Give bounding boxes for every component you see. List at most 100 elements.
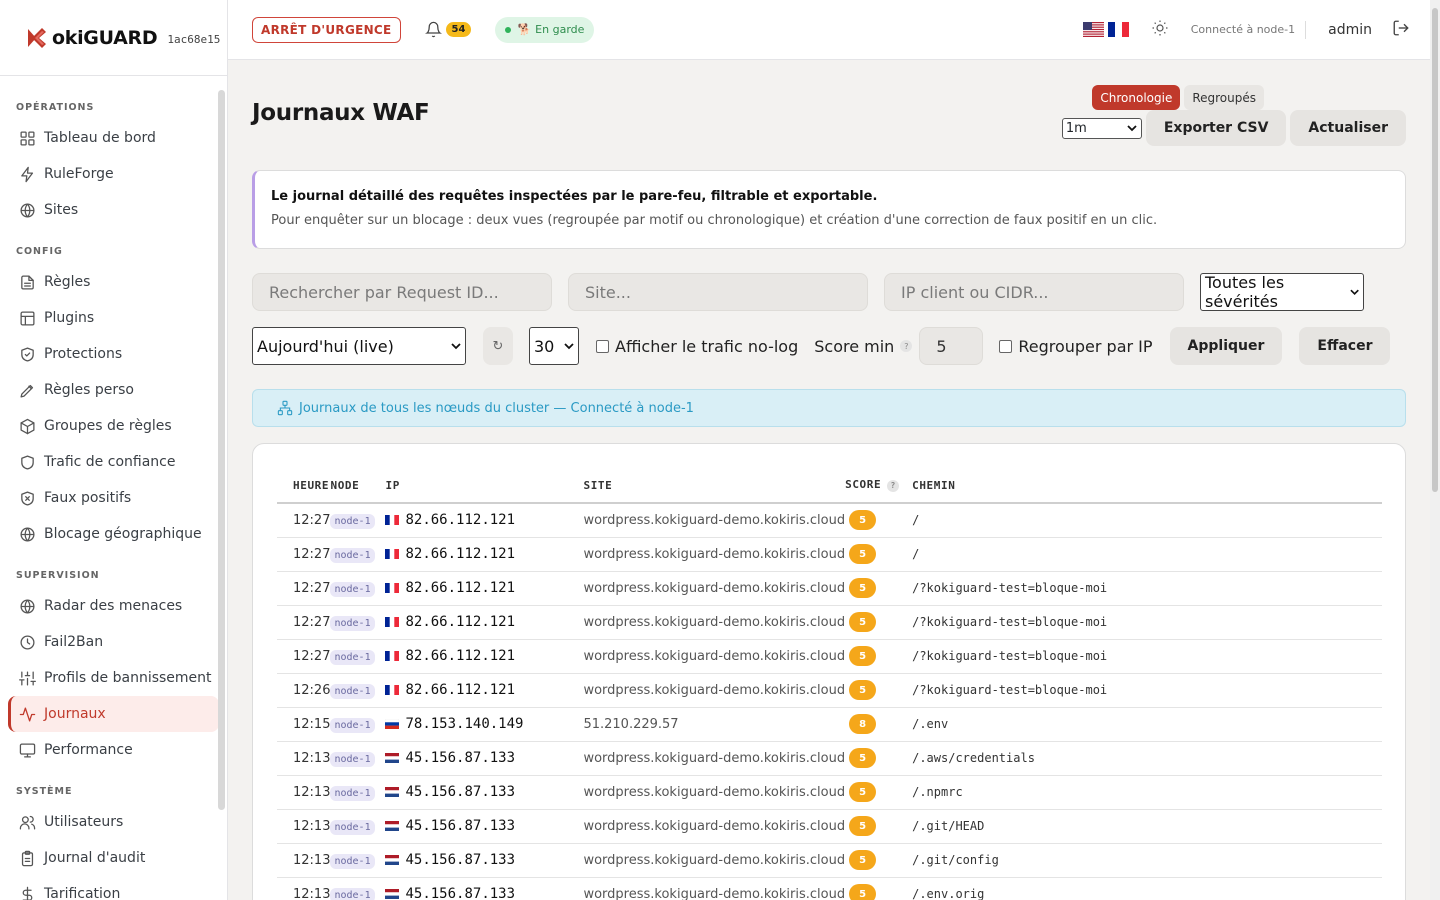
severity-select[interactable]: Toutes les sévérités <box>1200 273 1364 311</box>
flag-us-icon[interactable] <box>1082 22 1104 37</box>
tab-chronology[interactable]: Chronologie <box>1092 85 1181 110</box>
user-menu[interactable]: admin <box>1328 22 1372 38</box>
cell-ip[interactable]: 82.66.112.121 <box>385 673 584 708</box>
table-row[interactable]: 12:27 node-1 82.66.112.121 wordpress.kok… <box>277 537 1382 572</box>
table-row[interactable]: 12:27 node-1 82.66.112.121 wordpress.kok… <box>277 503 1382 538</box>
request-id-search-input[interactable]: Rechercher par Request ID... <box>252 273 552 311</box>
reload-icon[interactable]: ↻ <box>483 327 513 365</box>
sidebar-item-groupes-de-regles[interactable]: Groupes de règles <box>8 408 219 444</box>
sidebar-item-tableau-de-bord[interactable]: Tableau de bord <box>8 120 219 156</box>
export-csv-button[interactable]: Exporter CSV <box>1145 110 1287 146</box>
group-ip-checkbox[interactable] <box>999 339 1013 353</box>
sidebar-item-tarification[interactable]: Tarification <box>8 876 219 900</box>
table-row[interactable]: 12:27 node-1 82.66.112.121 wordpress.kok… <box>277 571 1382 606</box>
sidebar-item-blocage-geographique[interactable]: Blocage géographique <box>8 516 219 552</box>
limit-select[interactable]: 30 <box>529 327 579 365</box>
table-row[interactable]: 12:13 node-1 45.156.87.133 wordpress.kok… <box>277 877 1382 900</box>
col-path[interactable]: CHEMIN <box>912 468 1382 504</box>
sidebar-item-journal-d-audit[interactable]: Journal d'audit <box>8 840 219 876</box>
table-row[interactable]: 12:13 node-1 45.156.87.133 wordpress.kok… <box>277 809 1382 844</box>
cell-ip[interactable]: 45.156.87.133 <box>385 877 584 900</box>
table-row[interactable]: 12:13 node-1 45.156.87.133 wordpress.kok… <box>277 741 1382 776</box>
table-row[interactable]: 12:13 node-1 45.156.87.133 wordpress.kok… <box>277 775 1382 810</box>
cell-score: 5 <box>845 775 913 810</box>
group-ip-toggle[interactable]: Regrouper par IP <box>999 337 1153 356</box>
apply-button[interactable]: Appliquer <box>1169 327 1283 365</box>
cell-ip[interactable]: 45.156.87.133 <box>385 843 584 878</box>
score-min-input[interactable]: 5 <box>919 327 984 365</box>
sidebar-item-sites[interactable]: Sites <box>8 192 219 228</box>
sidebar-item-fail2ban[interactable]: Fail2Ban <box>8 624 219 660</box>
cell-score: 5 <box>845 877 913 900</box>
sidebar-item-protections[interactable]: Protections <box>8 336 219 372</box>
page-scrollbar[interactable] <box>1430 0 1440 900</box>
tab-grouped[interactable]: Regroupés <box>1184 85 1264 110</box>
sidebar-item-label: Performance <box>44 742 133 758</box>
clear-button[interactable]: Effacer <box>1299 327 1391 365</box>
cell-time: 12:13 <box>277 809 331 844</box>
sidebar-item-regles-perso[interactable]: Règles perso <box>8 372 219 408</box>
table-header-row: HEURE NODE IP SITE SCORE? CHEMIN <box>277 468 1382 504</box>
table-row[interactable]: 12:13 node-1 45.156.87.133 wordpress.kok… <box>277 843 1382 878</box>
cell-ip[interactable]: 82.66.112.121 <box>385 605 584 640</box>
nolog-checkbox[interactable] <box>596 339 609 353</box>
col-score[interactable]: SCORE? <box>845 468 913 504</box>
help-icon[interactable]: ? <box>887 479 900 492</box>
site-filter-input[interactable]: Site... <box>568 273 868 311</box>
sidebar-item-performance[interactable]: Performance <box>8 732 219 768</box>
col-node[interactable]: NODE <box>330 468 386 504</box>
cell-node: node-1 <box>330 741 386 776</box>
sidebar-item-trafic-de-confiance[interactable]: Trafic de confiance <box>8 444 219 480</box>
node-badge: node-1 <box>330 513 375 529</box>
sidebar-item-profils-de-bannissement[interactable]: Profils de bannissement <box>8 660 219 696</box>
col-time[interactable]: HEURE <box>277 468 331 504</box>
ip-address: 82.66.112.121 <box>405 614 516 630</box>
logout-icon <box>1393 20 1409 35</box>
sidebar-item-regles[interactable]: Règles <box>8 264 219 300</box>
cell-ip[interactable]: 78.153.140.149 <box>385 707 584 742</box>
sidebar-scrollbar[interactable] <box>218 90 225 810</box>
emergency-stop-button[interactable]: ARRÊT D'URGENCE <box>252 16 401 43</box>
cell-path: /.env.orig <box>912 877 1382 900</box>
node-badge: node-1 <box>330 853 375 869</box>
cell-ip[interactable]: 45.156.87.133 <box>385 775 584 810</box>
sidebar-item-label: Groupes de règles <box>44 418 172 434</box>
cell-time: 12:27 <box>277 605 331 640</box>
notifications-button[interactable]: 54 <box>424 21 472 38</box>
ip-address: 82.66.112.121 <box>405 546 516 562</box>
ip-filter-input[interactable]: IP client ou CIDR... <box>884 273 1184 311</box>
cell-ip[interactable]: 82.66.112.121 <box>385 503 584 538</box>
table-row[interactable]: 12:27 node-1 82.66.112.121 wordpress.kok… <box>277 605 1382 640</box>
help-icon[interactable]: ? <box>900 340 913 352</box>
sidebar-item-journaux[interactable]: Journaux <box>8 696 219 732</box>
page-scrollbar-thumb[interactable] <box>1432 8 1438 492</box>
sidebar-item-label: RuleForge <box>44 166 114 182</box>
logout-button[interactable] <box>1392 19 1410 41</box>
sidebar-item-faux-positifs[interactable]: Faux positifs <box>8 480 219 516</box>
sidebar-item-ruleforge[interactable]: RuleForge <box>8 156 219 192</box>
refresh-button[interactable]: Actualiser <box>1290 110 1406 146</box>
cell-ip[interactable]: 45.156.87.133 <box>385 809 584 844</box>
cell-ip[interactable]: 82.66.112.121 <box>385 537 584 572</box>
table-row[interactable]: 12:15 node-1 78.153.140.149 51.210.229.5… <box>277 707 1382 742</box>
shield-icon <box>18 345 36 363</box>
period-select[interactable]: Aujourd'hui (live) <box>252 327 466 365</box>
table-row[interactable]: 12:26 node-1 82.66.112.121 wordpress.kok… <box>277 673 1382 708</box>
sidebar-item-plugins[interactable]: Plugins <box>8 300 219 336</box>
sidebar-section-title: CONFIG <box>16 245 63 257</box>
flag-fr-icon <box>385 583 400 593</box>
refresh-interval-select[interactable]: 1m <box>1061 117 1142 139</box>
col-ip[interactable]: IP <box>385 468 584 504</box>
theme-toggle-button[interactable] <box>1151 19 1169 41</box>
col-site[interactable]: SITE <box>583 468 846 504</box>
sidebar-item-utilisateurs[interactable]: Utilisateurs <box>8 804 219 840</box>
sidebar-item-radar-des-menaces[interactable]: Radar des menaces <box>8 588 219 624</box>
brand[interactable]: okiGUARD 1ac68e15 <box>0 0 227 76</box>
flag-fr-icon[interactable] <box>1107 22 1129 37</box>
table-row[interactable]: 12:27 node-1 82.66.112.121 wordpress.kok… <box>277 639 1382 674</box>
cell-site: wordpress.kokiguard-demo.kokiris.cloud <box>583 571 846 606</box>
nolog-toggle[interactable]: Afficher le trafic no-log <box>596 337 798 356</box>
cell-ip[interactable]: 45.156.87.133 <box>385 741 584 776</box>
cell-ip[interactable]: 82.66.112.121 <box>385 639 584 674</box>
cell-ip[interactable]: 82.66.112.121 <box>385 571 584 606</box>
